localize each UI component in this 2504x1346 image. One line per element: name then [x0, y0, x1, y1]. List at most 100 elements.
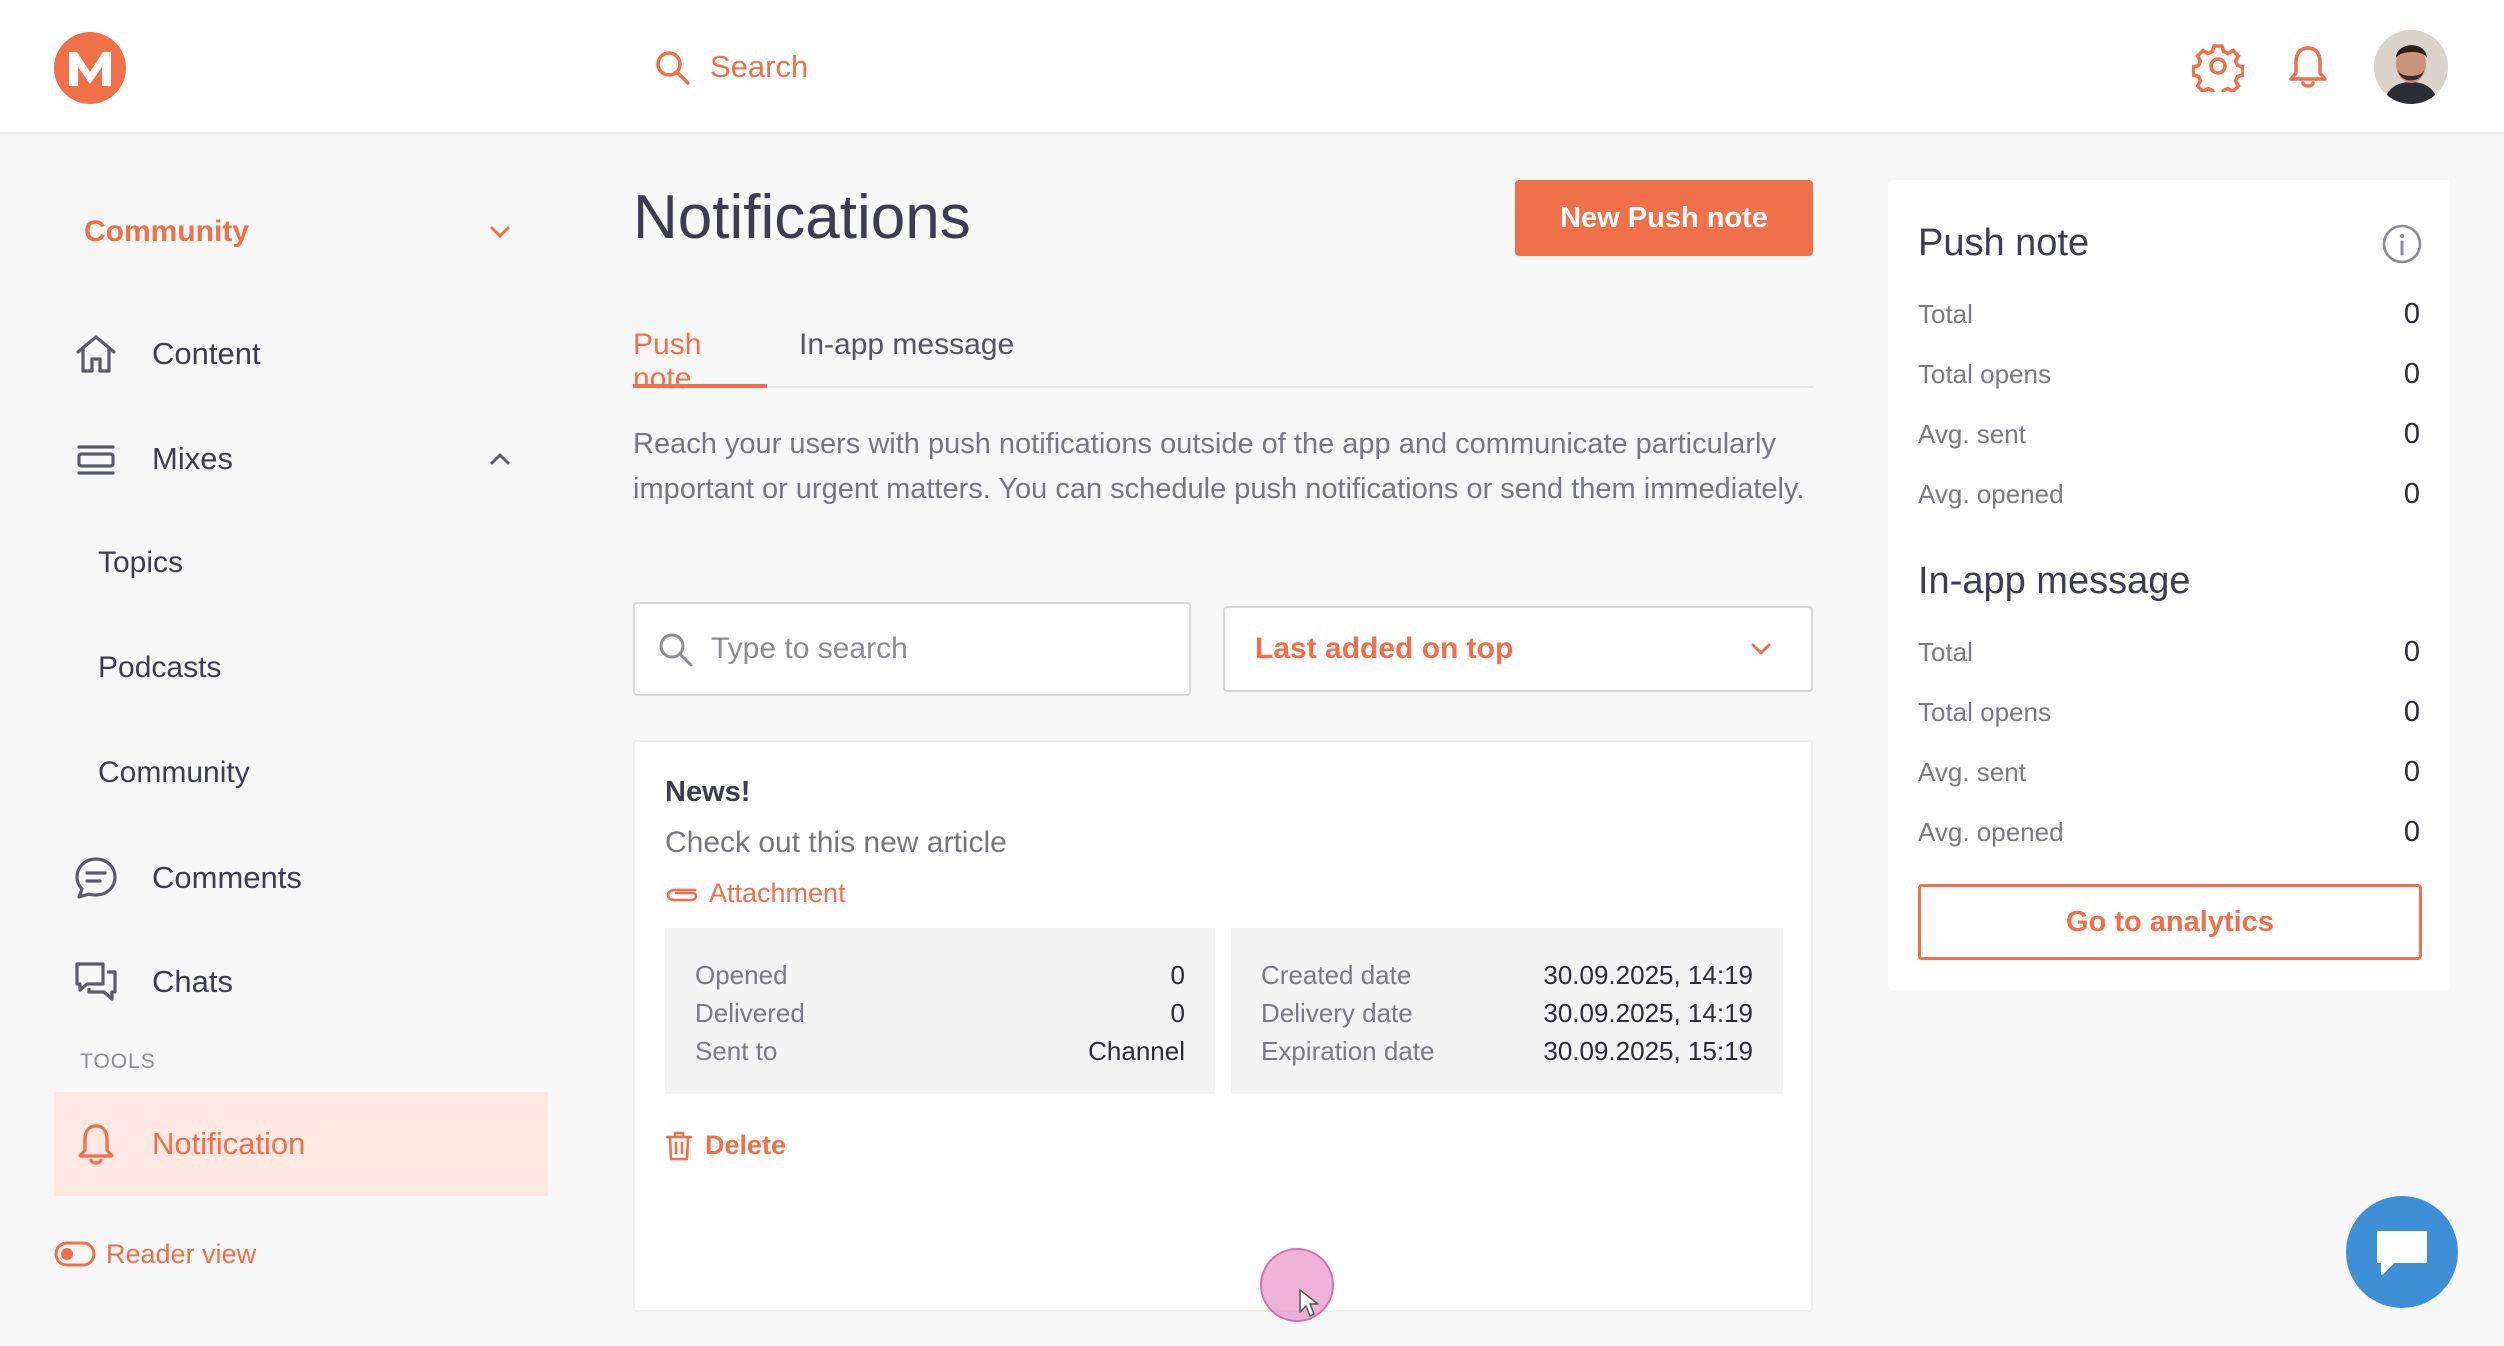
stat-row: Avg. sent 0 [1918, 752, 2420, 792]
delivery-stats: Opened 0 Delivered 0 Sent to Channel [665, 928, 1215, 1094]
delete-button[interactable]: Delete [665, 1130, 786, 1161]
stat-key: Avg. opened [1918, 816, 2064, 847]
search-icon [659, 633, 693, 667]
sidebar-subitem-podcasts[interactable]: Podcasts [98, 633, 221, 703]
top-search-label: Search [710, 49, 809, 84]
stat-key: Total [1918, 298, 1973, 329]
stat-row: Total opens 0 [1918, 692, 2420, 732]
community-selector[interactable]: Community [84, 202, 514, 262]
top-search[interactable]: Search [652, 42, 808, 92]
stat-value: 0 [2403, 815, 2420, 848]
info-icon [2382, 224, 2422, 264]
stat-key: Avg. sent [1918, 418, 2026, 449]
stat-value: Channel [1088, 1036, 1185, 1066]
paperclip-icon [666, 888, 698, 901]
sidebar-item-label: Notification [152, 1126, 306, 1161]
chevron-down-icon [1751, 643, 1771, 655]
sort-dropdown-value: Last added on top [1255, 632, 1514, 665]
logo-m-icon [69, 52, 111, 86]
sidebar-item-chats[interactable]: Chats [54, 942, 550, 1022]
stat-value: 0 [2403, 357, 2420, 390]
attachment-label: Attachment [709, 878, 846, 908]
notifications-button[interactable] [2282, 40, 2334, 92]
logo[interactable] [54, 32, 126, 104]
stat-key: Delivery date [1261, 998, 1413, 1028]
avatar[interactable] [2374, 30, 2448, 104]
stat-key: Sent to [695, 1036, 778, 1066]
home-icon [72, 330, 120, 378]
stat-key: Opened [695, 960, 788, 990]
sort-dropdown[interactable]: Last added on top [1223, 606, 1813, 692]
sidebar-item-label: Comments [152, 860, 302, 895]
sidebar-item-label: Mixes [152, 441, 233, 476]
stat-row: Expiration date 30.09.2025, 15:19 [1261, 1032, 1753, 1070]
click-indicator [1260, 1248, 1334, 1322]
stat-row: Total 0 [1918, 632, 2420, 672]
date-stats: Created date 30.09.2025, 14:19 Delivery … [1231, 928, 1783, 1094]
stat-value: 0 [2403, 297, 2420, 330]
chat-support-button[interactable] [2346, 1196, 2458, 1308]
tools-section-label: TOOLS [80, 1050, 156, 1073]
sidebar-item-label: Content [152, 336, 261, 371]
stat-value: 30.09.2025, 15:19 [1543, 1036, 1753, 1066]
tab-in-app-message[interactable]: In-app message [799, 322, 1014, 388]
stat-row: Delivery date 30.09.2025, 14:19 [1261, 994, 1753, 1032]
stat-row: Sent to Channel [695, 1032, 1185, 1070]
stat-value: 0 [2403, 417, 2420, 450]
stat-value: 0 [2403, 695, 2420, 728]
notification-body: Check out this new article [665, 826, 1007, 859]
go-to-analytics-button[interactable]: Go to analytics [1918, 884, 2422, 960]
reader-view-label: Reader view [106, 1238, 257, 1269]
stat-value: 0 [1170, 960, 1185, 990]
toggle-icon [54, 1241, 96, 1267]
chats-icon [72, 958, 120, 1006]
top-bar: Search [0, 0, 2504, 134]
reader-view-toggle[interactable]: Reader view [54, 1234, 256, 1274]
stat-row: Created date 30.09.2025, 14:19 [1261, 956, 1753, 994]
sidebar-subitem-community[interactable]: Community [98, 738, 250, 808]
gear-icon [2191, 44, 2245, 98]
community-selector-label: Community [84, 215, 249, 248]
layers-icon [72, 435, 120, 483]
trash-icon [665, 1131, 693, 1160]
settings-button[interactable] [2191, 40, 2245, 98]
new-push-note-button[interactable]: New Push note [1515, 180, 1813, 256]
stat-key: Expiration date [1261, 1036, 1435, 1066]
pointer-icon [1299, 1289, 1319, 1317]
stat-row: Avg. sent 0 [1918, 414, 2420, 454]
info-button[interactable] [2380, 222, 2424, 266]
attachment-link[interactable]: Attachment [665, 878, 846, 909]
delete-label: Delete [705, 1130, 787, 1160]
stat-row: Delivered 0 [695, 994, 1185, 1032]
sidebar-item-content[interactable]: Content [54, 314, 550, 394]
user-photo [2374, 30, 2448, 104]
notification-title: News! [665, 776, 751, 808]
sidebar-item-comments[interactable]: Comments [54, 838, 550, 918]
search-input[interactable] [711, 632, 1181, 666]
sidebar-item-mixes[interactable]: Mixes [54, 419, 550, 499]
description: Reach your users with push notifications… [633, 428, 1805, 505]
sidebar: Community Content Mixes Topics Podcasts … [0, 136, 600, 1346]
stat-row: Avg. opened 0 [1918, 474, 2420, 514]
sidebar-item-notification[interactable]: Notification [54, 1092, 548, 1196]
tab-push-note[interactable]: Push note [633, 322, 767, 395]
stat-key: Created date [1261, 960, 1412, 990]
stat-value: 30.09.2025, 14:19 [1543, 998, 1753, 1028]
tab-bar: Push note In-app message [633, 322, 1813, 395]
sidebar-subitem-topics[interactable]: Topics [98, 528, 183, 598]
stat-row: Avg. opened 0 [1918, 812, 2420, 852]
bell-icon [72, 1120, 120, 1168]
search-field[interactable] [633, 602, 1191, 696]
search-icon [656, 51, 690, 85]
stat-value: 0 [2403, 635, 2420, 668]
push-note-stats-title: Push note [1918, 222, 2090, 264]
stat-row: Total 0 [1918, 294, 2420, 334]
stat-key: Avg. opened [1918, 478, 2064, 509]
stats-panel: Push note Total 0 Total opens 0 Avg. sen… [1888, 180, 2450, 990]
chevron-down-icon [490, 226, 510, 238]
page-title: Notifications [633, 183, 971, 252]
stat-value: 0 [2403, 477, 2420, 510]
bell-icon [2289, 46, 2327, 88]
chevron-up-icon [490, 453, 510, 465]
stat-key: Total [1918, 636, 1973, 667]
